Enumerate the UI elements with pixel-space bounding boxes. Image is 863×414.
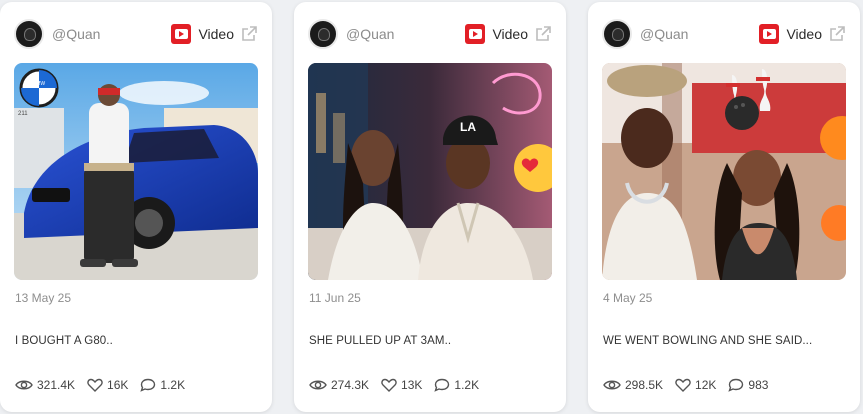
- views-stat: 298.5K: [603, 378, 663, 392]
- video-title[interactable]: I BOUGHT A G80..: [15, 335, 113, 347]
- comments-stat: 983: [728, 378, 768, 392]
- comments-count: 1.2K: [160, 378, 186, 392]
- card-header: @Quan Video: [308, 18, 552, 50]
- video-card-2[interactable]: @Quan Video LA 11 Jun 25 SHE PULLED UP A…: [294, 2, 566, 412]
- video-thumbnail[interactable]: BMW 211: [14, 63, 258, 280]
- likes-count: 12K: [695, 378, 717, 392]
- comment-icon: [434, 378, 450, 392]
- views-stat: 274.3K: [309, 378, 369, 392]
- views-count: 298.5K: [625, 378, 664, 392]
- heart-icon: [87, 378, 103, 392]
- video-title[interactable]: SHE PULLED UP AT 3AM..: [309, 335, 451, 347]
- post-date: 4 May 25: [603, 291, 653, 305]
- video-card-3[interactable]: @Quan Video 4 May 25 WE WENT BOWLING AND…: [588, 2, 860, 412]
- stats-row: 321.4K 16K 1.2K: [15, 378, 197, 392]
- heart-icon: [675, 378, 691, 392]
- avatar[interactable]: [602, 19, 632, 49]
- heart-icon: [381, 378, 397, 392]
- cap-logo-text: LA: [460, 120, 476, 134]
- platform-text: Video: [786, 26, 822, 42]
- comments-count: 1.2K: [454, 378, 480, 392]
- comments-stat: 1.2K: [434, 378, 479, 392]
- channel-handle[interactable]: @Quan: [640, 26, 759, 42]
- likes-stat: 16K: [87, 378, 128, 392]
- views-stat: 321.4K: [15, 378, 75, 392]
- external-link-icon[interactable]: [534, 25, 552, 43]
- avatar[interactable]: [14, 19, 44, 49]
- youtube-icon: [465, 24, 486, 44]
- stats-row: 298.5K 12K 983: [603, 378, 780, 392]
- comments-stat: 1.2K: [140, 378, 185, 392]
- avatar[interactable]: [308, 19, 338, 49]
- external-link-icon[interactable]: [240, 25, 258, 43]
- external-link-icon[interactable]: [828, 25, 846, 43]
- youtube-icon: [759, 24, 780, 44]
- youtube-icon: [171, 24, 192, 44]
- channel-handle[interactable]: @Quan: [52, 26, 171, 42]
- lot-text: 211: [18, 111, 28, 117]
- channel-handle[interactable]: @Quan: [346, 26, 465, 42]
- platform-label: Video: [759, 24, 822, 44]
- views-count: 321.4K: [37, 378, 76, 392]
- comment-icon: [728, 378, 744, 392]
- card-header: @Quan Video: [14, 18, 258, 50]
- likes-count: 16K: [107, 378, 129, 392]
- views-count: 274.3K: [331, 378, 370, 392]
- eye-icon: [603, 380, 621, 390]
- likes-stat: 13K: [381, 378, 422, 392]
- comment-icon: [140, 378, 156, 392]
- video-title[interactable]: WE WENT BOWLING AND SHE SAID...: [603, 335, 812, 347]
- video-thumbnail[interactable]: LA: [308, 63, 552, 280]
- video-thumbnail[interactable]: [602, 63, 846, 280]
- likes-count: 13K: [401, 378, 423, 392]
- video-card-1[interactable]: @Quan Video BMW 211 13 May 25 I BOUGHT A…: [0, 2, 272, 412]
- likes-stat: 12K: [675, 378, 716, 392]
- eye-icon: [309, 380, 327, 390]
- platform-label: Video: [171, 24, 234, 44]
- post-date: 13 May 25: [15, 291, 72, 305]
- platform-text: Video: [198, 26, 234, 42]
- card-header: @Quan Video: [602, 18, 846, 50]
- post-date: 11 Jun 25: [309, 291, 361, 305]
- stats-row: 274.3K 13K 1.2K: [309, 378, 491, 392]
- platform-label: Video: [465, 24, 528, 44]
- bmw-sign-text: BMW: [33, 81, 46, 87]
- platform-text: Video: [492, 26, 528, 42]
- comments-count: 983: [748, 378, 769, 392]
- eye-icon: [15, 380, 33, 390]
